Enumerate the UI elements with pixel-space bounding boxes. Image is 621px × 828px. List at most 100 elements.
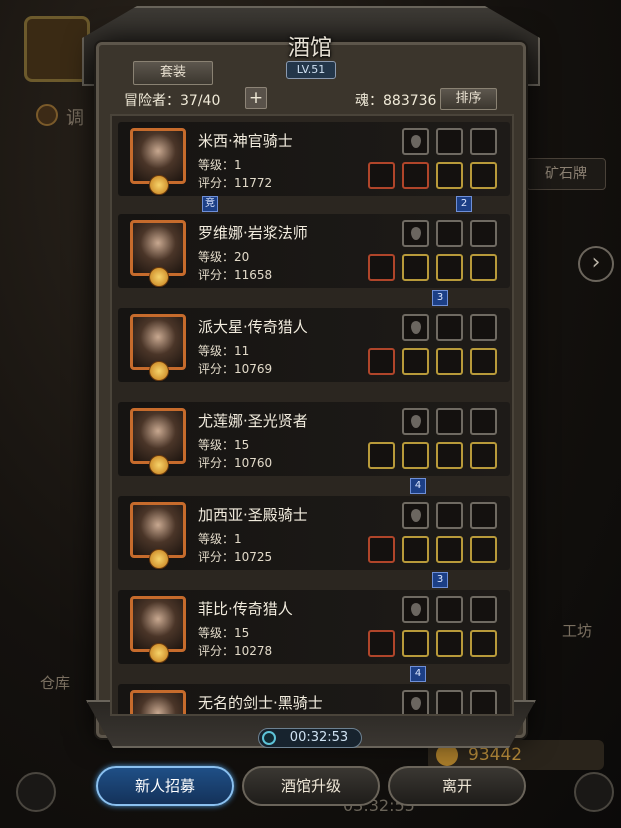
hero-name: 菲比·传奇猎人 <box>198 600 293 618</box>
empty-slot-icon[interactable] <box>402 690 429 714</box>
crystal-slot-icon[interactable] <box>470 408 497 435</box>
armor-slot-icon[interactable] <box>402 254 429 281</box>
tag-badge: 3 <box>432 572 448 588</box>
hero-card[interactable]: 无名的剑士·黑骑士 <box>118 684 510 714</box>
amulet-slot-icon[interactable] <box>470 254 497 281</box>
bow-slot-icon[interactable] <box>470 596 497 623</box>
hero-level: 等级：11 <box>198 344 250 358</box>
hero-portrait[interactable] <box>130 408 186 475</box>
gem-slot-icon[interactable] <box>470 690 497 714</box>
hero-level: 等级：15 <box>198 626 250 640</box>
sword-slot-icon[interactable] <box>436 442 463 469</box>
weapon-slot-icon[interactable] <box>436 128 463 155</box>
gun-slot-icon[interactable] <box>368 630 395 657</box>
helmet-slot-icon[interactable] <box>436 536 463 563</box>
hero-portrait[interactable] <box>130 128 186 195</box>
hero-name: 米西·神官骑士 <box>198 132 293 150</box>
hero-score: 评分：10760 <box>198 456 273 470</box>
dagger-slot-icon[interactable] <box>436 314 463 341</box>
hammer-slot-icon[interactable] <box>368 162 395 189</box>
hero-score: 评分：10725 <box>198 550 273 564</box>
recruit-button[interactable]: 新人招募 <box>96 766 234 806</box>
feather-slot-icon[interactable] <box>436 220 463 247</box>
hero-card[interactable]: 尤莲娜·圣光贤者 等级：15 评分：10760 <box>118 402 510 476</box>
hero-name: 尤莲娜·圣光贤者 <box>198 412 308 430</box>
upgrade-tavern-button[interactable]: 酒馆升级 <box>242 766 380 806</box>
hero-card[interactable]: 菲比·传奇猎人 等级：15 评分：10278 <box>118 590 510 664</box>
bottom-left-round-button[interactable] <box>16 772 56 812</box>
sort-button[interactable]: 排序 <box>440 88 497 110</box>
helmet-slot-icon[interactable] <box>402 630 429 657</box>
hero-card[interactable]: 派大星·传奇猎人 等级：11 评分：10769 <box>118 308 510 382</box>
workshop-label[interactable]: 工坊 <box>562 620 592 641</box>
hero-card[interactable]: 罗维娜·岩浆法师 等级：20 评分：11658 <box>118 214 510 288</box>
next-arrow-icon[interactable]: › <box>578 246 614 282</box>
empty-slot-icon[interactable] <box>402 596 429 623</box>
hero-portrait[interactable] <box>130 220 186 287</box>
feather-slot-icon[interactable] <box>436 408 463 435</box>
hero-card[interactable]: 加西亚·圣殿骑士 等级：1 评分：10725 <box>118 496 510 570</box>
gem-slot-icon[interactable] <box>436 162 463 189</box>
hammer-slot-icon[interactable] <box>368 442 395 469</box>
book-slot-icon[interactable] <box>470 502 497 529</box>
relic-slot-icon[interactable] <box>470 348 497 375</box>
set-button[interactable]: 套装 <box>133 61 213 85</box>
bow-slot-icon[interactable] <box>470 314 497 341</box>
dagger-slot-icon[interactable] <box>436 596 463 623</box>
hero-score: 评分：10278 <box>198 644 273 658</box>
hero-list[interactable]: 米西·神官骑士 等级：1 评分：11772 竞 2 罗维娜·岩浆法师 等级：20… <box>110 114 514 716</box>
helmet-slot-icon[interactable] <box>402 348 429 375</box>
tag-badge: 3 <box>432 290 448 306</box>
hero-score: 评分：10769 <box>198 362 273 376</box>
relic-slot-icon[interactable] <box>470 630 497 657</box>
warehouse-label[interactable]: 仓库 <box>40 672 70 693</box>
mine-sign-button[interactable]: 矿石牌 <box>526 158 606 190</box>
hero-name: 罗维娜·岩浆法师 <box>198 224 308 242</box>
tag-badge: 2 <box>456 196 472 212</box>
tag-badge: 4 <box>410 666 426 682</box>
shield-slot-icon[interactable] <box>436 348 463 375</box>
tag-badge: 4 <box>410 478 426 494</box>
sword-slot-icon[interactable] <box>436 690 463 714</box>
leave-button[interactable]: 离开 <box>388 766 526 806</box>
shield-slot-icon[interactable] <box>436 630 463 657</box>
empty-slot-icon[interactable] <box>402 314 429 341</box>
empty-slot-icon[interactable] <box>402 220 429 247</box>
hero-score: 评分：11772 <box>198 176 273 190</box>
clock-icon <box>262 731 276 745</box>
medal-slot-icon[interactable] <box>470 442 497 469</box>
empty-slot-icon[interactable] <box>402 502 429 529</box>
armor-slot-icon[interactable] <box>402 162 429 189</box>
hero-score: 评分：11658 <box>198 268 273 282</box>
staff-slot-icon[interactable] <box>368 254 395 281</box>
hero-card[interactable]: 米西·神官骑士 等级：1 评分：11772 <box>118 122 510 196</box>
orb-slot-icon[interactable] <box>470 128 497 155</box>
hero-name: 无名的剑士·黑骑士 <box>198 694 323 712</box>
hero-name: 派大星·传奇猎人 <box>198 318 308 336</box>
empty-slot-icon[interactable] <box>402 408 429 435</box>
bottom-right-plus-button[interactable] <box>574 772 614 812</box>
hero-portrait[interactable] <box>130 690 186 714</box>
hero-level: 等级：20 <box>198 250 250 264</box>
player-avatar[interactable] <box>24 16 90 82</box>
spear-slot-icon[interactable] <box>436 502 463 529</box>
soul-counter: 魂：883736 <box>355 93 437 109</box>
hero-level: 等级：1 <box>198 158 242 172</box>
creature-slot-icon[interactable] <box>470 220 497 247</box>
axe-slot-icon[interactable] <box>368 536 395 563</box>
hero-portrait[interactable] <box>130 596 186 663</box>
adjust-icon[interactable] <box>36 104 58 126</box>
hero-portrait[interactable] <box>130 314 186 381</box>
gun-slot-icon[interactable] <box>368 348 395 375</box>
hero-portrait[interactable] <box>130 502 186 569</box>
empty-slot-icon[interactable] <box>402 128 429 155</box>
tag-badge: 竞 <box>202 196 218 212</box>
armor-slot-icon[interactable] <box>402 536 429 563</box>
armor-slot-icon[interactable] <box>402 442 429 469</box>
potion-slot-icon[interactable] <box>470 162 497 189</box>
add-adventurer-button[interactable]: + <box>245 87 267 109</box>
glove-slot-icon[interactable] <box>436 254 463 281</box>
mask-slot-icon[interactable] <box>470 536 497 563</box>
tavern-level-badge: LV.51 <box>286 61 336 79</box>
hero-level: 等级：15 <box>198 438 250 452</box>
